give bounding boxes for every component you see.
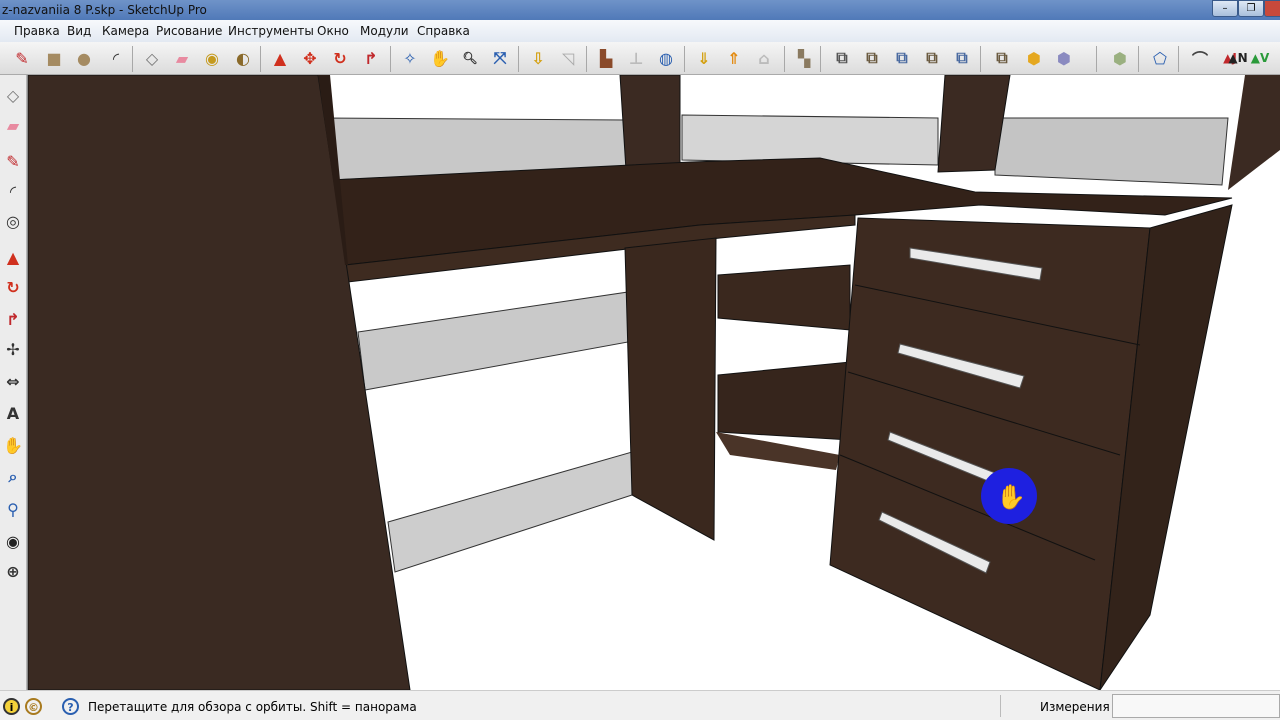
toolbar-separator: [518, 46, 519, 72]
toolbar-separator: [820, 46, 821, 72]
toggle-terrain-icon[interactable]: ⊥: [624, 46, 648, 70]
zoom-extents-icon[interactable]: ⤧: [488, 46, 512, 70]
walk-icon[interactable]: ⊕: [1, 559, 25, 583]
push-pull-v-icon[interactable]: ▲V: [1248, 46, 1272, 70]
credits-icon[interactable]: ©: [25, 698, 42, 715]
toolbar-separator: [1178, 46, 1179, 72]
menu-camera[interactable]: Камера: [102, 24, 149, 38]
union-icon[interactable]: ⧉: [890, 46, 914, 70]
status-bar: i © ? Перетащите для обзора с орбиты. Sh…: [0, 690, 1280, 720]
toolbar-separator: [1138, 46, 1139, 72]
3d-text-icon[interactable]: A: [1, 401, 25, 425]
toolbar-separator: [980, 46, 981, 72]
pencil-icon[interactable]: ✎: [10, 46, 34, 70]
push-pull-icon[interactable]: ▲: [268, 46, 292, 70]
photo-textures-icon[interactable]: ▙: [594, 46, 618, 70]
rectangle-icon[interactable]: ■: [42, 46, 66, 70]
toolbar-separator: [586, 46, 587, 72]
pan-icon[interactable]: ✋: [428, 46, 452, 70]
pencil-icon[interactable]: ✎: [1, 149, 25, 173]
outliner-icon[interactable]: ▚: [792, 46, 816, 70]
menu-edit[interactable]: Правка: [14, 24, 60, 38]
bend-icon[interactable]: ⌒: [1188, 46, 1212, 70]
corner-shelves: [716, 264, 851, 470]
toolbar-separator: [784, 46, 785, 72]
restore-button[interactable]: ❐: [1238, 0, 1264, 17]
push-pull-icon[interactable]: ▲: [1, 245, 25, 269]
rotate-icon[interactable]: ↻: [1, 275, 25, 299]
dimension-icon[interactable]: ⇔: [1, 369, 25, 393]
share-model-icon[interactable]: ◹: [556, 46, 580, 70]
window-title: z-nazvaniia 8 P.skp - SketchUp Pro: [2, 3, 207, 17]
top-view-icon[interactable]: ⬢: [1052, 46, 1076, 70]
tape-measure-icon[interactable]: ◉: [200, 46, 224, 70]
drawer-unit: [829, 204, 1233, 690]
get-current-view-icon[interactable]: ⇓: [692, 46, 716, 70]
help-icon[interactable]: ?: [62, 698, 79, 715]
toolbar-separator: [1096, 46, 1097, 72]
toolbar-separator: [390, 46, 391, 72]
zoom-icon[interactable]: 🔍︎: [458, 46, 482, 70]
menu-plugins[interactable]: Модули: [360, 24, 409, 38]
center-panel: [624, 237, 717, 541]
menu-draw[interactable]: Рисование: [156, 24, 222, 38]
follow-me-icon[interactable]: ↱: [1, 307, 25, 331]
position-camera-icon[interactable]: ⚲: [1, 497, 25, 521]
look-around-icon[interactable]: ◉: [1, 529, 25, 553]
eraser-icon[interactable]: ▰: [1, 113, 25, 137]
toolbar-separator: [260, 46, 261, 72]
menu-window[interactable]: Окно: [317, 24, 349, 38]
modesty-panels: [357, 291, 633, 573]
divider: [1000, 695, 1001, 717]
menu-bar: Правка Вид Камера Рисование Инструменты …: [0, 20, 1280, 42]
arc-icon[interactable]: ◜: [1, 179, 25, 203]
subtract-icon[interactable]: ⧉: [920, 46, 944, 70]
get-models-icon[interactable]: ⇩: [526, 46, 550, 70]
arc-icon[interactable]: ◜: [104, 46, 128, 70]
push-pull-n-icon[interactable]: ▲N: [1226, 46, 1250, 70]
outer-shell-icon[interactable]: ⧉: [830, 46, 854, 70]
move-icon[interactable]: ✥: [298, 46, 322, 70]
menu-tools[interactable]: Инструменты: [228, 24, 314, 38]
split-icon[interactable]: ⧉: [990, 46, 1014, 70]
measurements-input[interactable]: [1112, 694, 1280, 718]
measurements-label: Измерения: [1040, 700, 1110, 714]
iso-view-icon[interactable]: ⬢: [1022, 46, 1046, 70]
circle-icon[interactable]: ●: [72, 46, 96, 70]
select-icon[interactable]: ◇: [1, 83, 25, 107]
desk-model: ✋: [27, 75, 1280, 690]
google-earth-icon[interactable]: ◍: [654, 46, 678, 70]
make-component-icon[interactable]: ◇: [140, 46, 164, 70]
orbit-icon[interactable]: ✧: [398, 46, 422, 70]
zoom-window-icon[interactable]: ⌕: [1, 465, 25, 489]
axes-icon[interactable]: ✢: [1, 337, 25, 361]
left-toolbar: ◇ ▰ ✎ ◜ ◎ ▲ ↻ ↱ ✢ ⇔ A ✋ ⌕ ⚲ ◉ ⊕: [0, 75, 27, 690]
offset-icon[interactable]: ◎: [1, 209, 25, 233]
title-bar: z-nazvaniia 8 P.skp - SketchUp Pro – ❐: [0, 0, 1280, 20]
trim-icon[interactable]: ⧉: [950, 46, 974, 70]
follow-me-icon[interactable]: ↱: [359, 46, 383, 70]
section-plane-icon[interactable]: ⬠: [1148, 46, 1172, 70]
paint-bucket-icon[interactable]: ◐: [231, 46, 255, 70]
main-toolbar: ✎ ■ ● ◜ ◇ ▰ ◉ ◐ ▲ ✥ ↻ ↱ ✧ ✋ 🔍︎ ⤧ ⇩ ◹ ▙ ⊥ ◍ ⇓ ⇑ ⌂ ▚ ⧉ ⧉ ⧉ ⧉ ⧉ ⧉ ⬢ ⬢ ⬢ ⬠ ⌒ ▲J ▲…: [0, 42, 1280, 75]
status-message: Перетащите для обзора с орбиты. Shift = …: [88, 700, 417, 714]
toolbar-separator: [684, 46, 685, 72]
menu-help[interactable]: Справка: [417, 24, 470, 38]
eraser-icon[interactable]: ▰: [170, 46, 194, 70]
rotate-icon[interactable]: ↻: [328, 46, 352, 70]
info-icon[interactable]: i: [3, 698, 20, 715]
toolbar-separator: [132, 46, 133, 72]
close-button[interactable]: [1264, 0, 1280, 17]
intersect-icon[interactable]: ⧉: [860, 46, 884, 70]
menu-view[interactable]: Вид: [67, 24, 91, 38]
front-view-icon[interactable]: ⬢: [1108, 46, 1132, 70]
pan-cursor-icon: ✋: [981, 468, 1037, 524]
pan-icon[interactable]: ✋: [1, 433, 25, 457]
3d-viewport[interactable]: ✋: [27, 75, 1280, 690]
svg-text:✋: ✋: [996, 483, 1026, 511]
minimize-button[interactable]: –: [1212, 0, 1238, 17]
warehouse-icon[interactable]: ⌂: [752, 46, 776, 70]
share-component-icon[interactable]: ⇑: [722, 46, 746, 70]
